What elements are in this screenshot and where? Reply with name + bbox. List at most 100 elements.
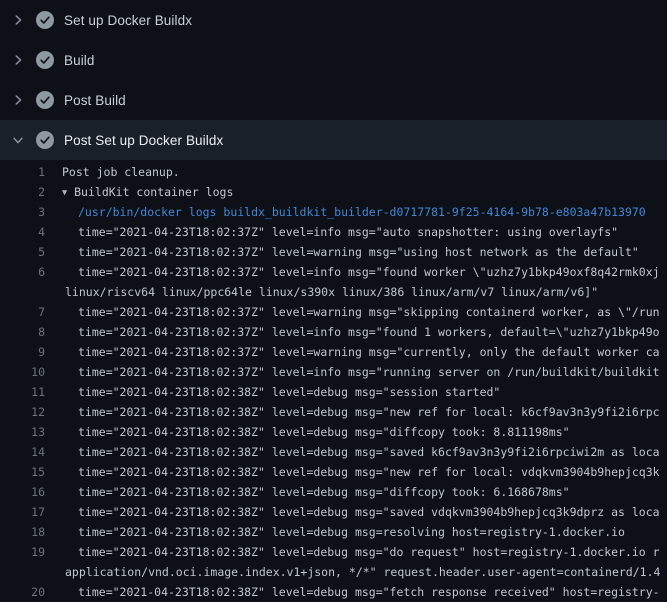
log-text: time="2021-04-23T18:02:38Z" level=debug … [78, 382, 500, 402]
log-row: 11 time="2021-04-23T18:02:38Z" level=debu… [0, 382, 667, 402]
section-title: Post Build [64, 93, 126, 108]
log-text: time="2021-04-23T18:02:38Z" level=debug … [78, 402, 660, 422]
log-text: linux/riscv64 linux/ppc64le linux/s390x … [65, 282, 598, 302]
line-number[interactable]: 17 [0, 502, 45, 522]
check-circle-icon [36, 91, 54, 109]
section-title: Set up Docker Buildx [64, 13, 192, 28]
log-row: 8 time="2021-04-23T18:02:37Z" level=info … [0, 322, 667, 342]
log-text-content: time="2021-04-23T18:02:37Z" level=warnin… [78, 345, 660, 359]
log-row: linux/riscv64 linux/ppc64le linux/s390x … [0, 282, 667, 302]
log-row: 1 Post job cleanup. [0, 162, 667, 182]
section-build[interactable]: Build [0, 40, 667, 80]
log-command-text: /usr/bin/docker logs buildx_buildkit_bui… [78, 202, 646, 222]
log-text-content: time="2021-04-23T18:02:38Z" level=debug … [78, 465, 660, 479]
log-text-content: time="2021-04-23T18:02:37Z" level=info m… [78, 325, 660, 339]
log-text-content: time="2021-04-23T18:02:38Z" level=debug … [78, 585, 660, 599]
line-number[interactable]: 4 [0, 222, 45, 242]
log-text-content: BuildKit container logs [74, 185, 233, 199]
log-row: 2 ▼ BuildKit container logs [0, 182, 667, 202]
check-circle-icon [36, 51, 54, 69]
log-text-content: Post job cleanup. [62, 165, 180, 179]
log-text: time="2021-04-23T18:02:37Z" level=info m… [78, 322, 660, 342]
log-text-content: time="2021-04-23T18:02:38Z" level=debug … [78, 485, 570, 499]
log-text-content: time="2021-04-23T18:02:37Z" level=info m… [78, 225, 618, 239]
log-text-content: time="2021-04-23T18:02:38Z" level=debug … [78, 425, 570, 439]
log-text: time="2021-04-23T18:02:37Z" level=info m… [78, 262, 660, 282]
log-text: time="2021-04-23T18:02:38Z" level=debug … [78, 482, 570, 502]
section-set-up-docker-buildx[interactable]: Set up Docker Buildx [0, 0, 667, 40]
log-text-content: application/vnd.oci.image.index.v1+json,… [65, 565, 660, 579]
line-number[interactable]: 2 [0, 182, 45, 202]
log-row: 20 time="2021-04-23T18:02:38Z" level=debu… [0, 582, 667, 602]
line-number[interactable]: 7 [0, 302, 45, 322]
section-title: Post Set up Docker Buildx [64, 133, 223, 148]
log-row: 6 time="2021-04-23T18:02:37Z" level=info … [0, 262, 667, 282]
log-row: 7 time="2021-04-23T18:02:37Z" level=warni… [0, 302, 667, 322]
chevron-right-icon [10, 92, 26, 108]
log-text-content: time="2021-04-23T18:02:37Z" level=info m… [78, 265, 660, 279]
log-row: 19 time="2021-04-23T18:02:38Z" level=debu… [0, 542, 667, 562]
line-number[interactable]: 8 [0, 322, 45, 342]
log-row: 15 time="2021-04-23T18:02:38Z" level=debu… [0, 462, 667, 482]
section-post-set-up-docker-buildx[interactable]: Post Set up Docker Buildx [0, 120, 667, 160]
log-area: 1 Post job cleanup. 2 ▼ BuildKit container l… [0, 160, 667, 602]
log-text: time="2021-04-23T18:02:38Z" level=debug … [78, 442, 660, 462]
line-number[interactable]: 13 [0, 422, 45, 442]
line-number[interactable]: 19 [0, 542, 45, 562]
log-text-content: time="2021-04-23T18:02:38Z" level=debug … [78, 525, 625, 539]
log-text-content: /usr/bin/docker logs buildx_buildkit_bui… [78, 205, 646, 219]
log-text-content: time="2021-04-23T18:02:38Z" level=debug … [78, 545, 660, 559]
line-number[interactable]: 3 [0, 202, 45, 222]
chevron-down-icon [10, 132, 26, 148]
line-number[interactable]: 18 [0, 522, 45, 542]
chevron-right-icon [10, 52, 26, 68]
log-text-content: time="2021-04-23T18:02:38Z" level=debug … [78, 445, 660, 459]
log-row: 12 time="2021-04-23T18:02:38Z" level=debu… [0, 402, 667, 422]
line-number[interactable]: 5 [0, 242, 45, 262]
log-text: time="2021-04-23T18:02:37Z" level=warnin… [78, 302, 660, 322]
log-row: 17 time="2021-04-23T18:02:38Z" level=debu… [0, 502, 667, 522]
group-caret-down-icon: ▼ [62, 183, 67, 202]
line-number[interactable]: 15 [0, 462, 45, 482]
section-title: Build [64, 53, 95, 68]
log-text-content: time="2021-04-23T18:02:38Z" level=debug … [78, 505, 660, 519]
log-row: 16 time="2021-04-23T18:02:38Z" level=debu… [0, 482, 667, 502]
log-row: 10 time="2021-04-23T18:02:37Z" level=info… [0, 362, 667, 382]
log-row: 5 time="2021-04-23T18:02:37Z" level=warni… [0, 242, 667, 262]
log-text-content: time="2021-04-23T18:02:37Z" level=warnin… [78, 245, 639, 259]
log-text: time="2021-04-23T18:02:38Z" level=debug … [78, 422, 570, 442]
check-circle-icon [36, 11, 54, 29]
section-post-build[interactable]: Post Build [0, 80, 667, 120]
log-text: time="2021-04-23T18:02:38Z" level=debug … [78, 542, 660, 562]
line-number[interactable]: 16 [0, 482, 45, 502]
log-row: 18 time="2021-04-23T18:02:38Z" level=debu… [0, 522, 667, 542]
log-text-content: time="2021-04-23T18:02:38Z" level=debug … [78, 385, 500, 399]
log-text: time="2021-04-23T18:02:37Z" level=warnin… [78, 242, 639, 262]
log-text-content: time="2021-04-23T18:02:38Z" level=debug … [78, 405, 660, 419]
log-text: time="2021-04-23T18:02:37Z" level=warnin… [78, 342, 660, 362]
log-row: 14 time="2021-04-23T18:02:38Z" level=debu… [0, 442, 667, 462]
log-text-content: time="2021-04-23T18:02:37Z" level=warnin… [78, 305, 660, 319]
line-number[interactable]: 11 [0, 382, 45, 402]
log-text: Post job cleanup. [62, 162, 180, 182]
line-number[interactable]: 9 [0, 342, 45, 362]
log-text: application/vnd.oci.image.index.v1+json,… [65, 562, 660, 582]
log-text: time="2021-04-23T18:02:37Z" level=info m… [78, 222, 618, 242]
log-row: 4 time="2021-04-23T18:02:37Z" level=info … [0, 222, 667, 242]
log-text: time="2021-04-23T18:02:38Z" level=debug … [78, 462, 660, 482]
log-row: 9 time="2021-04-23T18:02:37Z" level=warni… [0, 342, 667, 362]
line-number[interactable]: 12 [0, 402, 45, 422]
log-row: application/vnd.oci.image.index.v1+json,… [0, 562, 667, 582]
log-group-toggle[interactable]: ▼ BuildKit container logs [62, 182, 233, 202]
check-circle-icon [36, 131, 54, 149]
chevron-right-icon [10, 12, 26, 28]
log-text-content: linux/riscv64 linux/ppc64le linux/s390x … [65, 285, 598, 299]
log-text: time="2021-04-23T18:02:37Z" level=info m… [78, 362, 660, 382]
line-number[interactable]: 1 [0, 162, 45, 182]
log-text: time="2021-04-23T18:02:38Z" level=debug … [78, 522, 625, 542]
line-number[interactable]: 20 [0, 582, 45, 602]
log-row: 3/usr/bin/docker logs buildx_buildkit_bu… [0, 202, 667, 222]
line-number[interactable]: 10 [0, 362, 45, 382]
line-number[interactable]: 14 [0, 442, 45, 462]
line-number[interactable]: 6 [0, 262, 45, 282]
